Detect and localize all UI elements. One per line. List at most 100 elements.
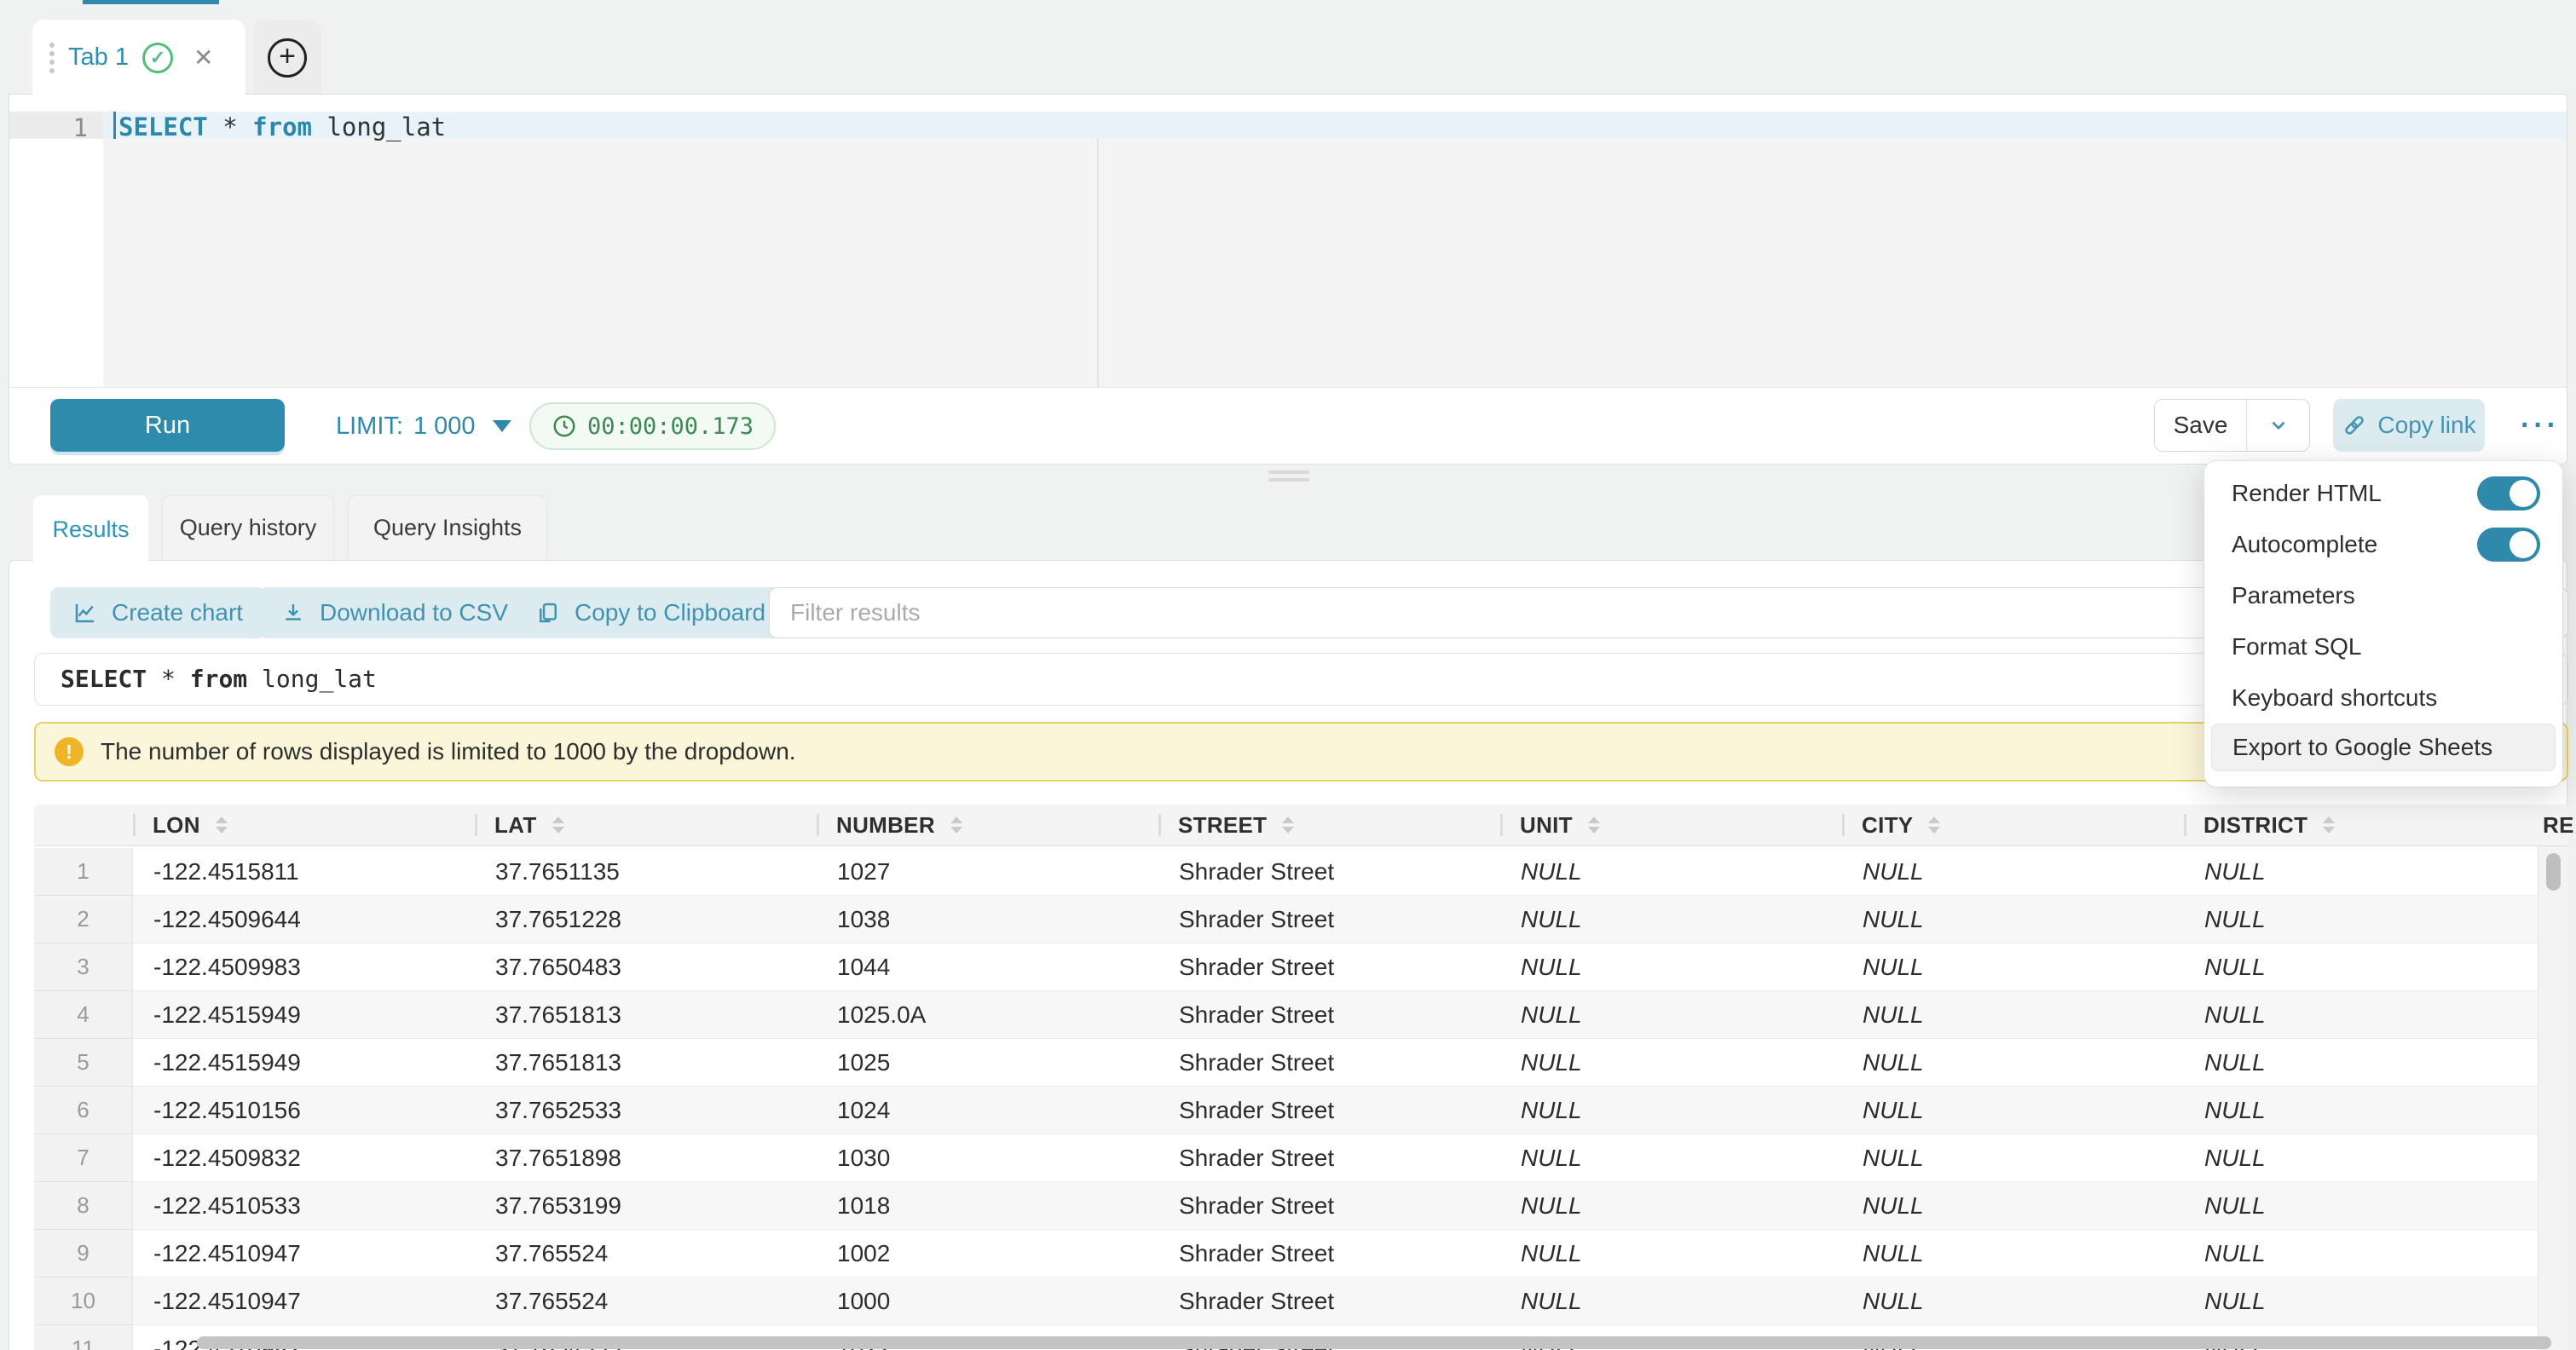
cell-lat[interactable]: 37.765524	[475, 1278, 817, 1325]
cell-street[interactable]: Shrader Street	[1158, 1182, 1500, 1230]
cell-re[interactable]	[2526, 848, 2538, 896]
sort-icon[interactable]	[2323, 816, 2335, 834]
editor-background[interactable]	[103, 139, 2567, 389]
toggle-switch-on[interactable]	[2477, 528, 2540, 562]
cell-re[interactable]	[2526, 1039, 2538, 1087]
sql-code-line[interactable]: SELECT * from long_lat	[118, 112, 446, 141]
cell-unit[interactable]: NULL	[1500, 1039, 1842, 1087]
table-row[interactable]: 2-122.450964437.76512281038Shrader Stree…	[34, 896, 2538, 943]
cell-re[interactable]	[2526, 1087, 2538, 1134]
table-row[interactable]: 7-122.450983237.76518981030Shrader Stree…	[34, 1134, 2538, 1182]
cell-district[interactable]: NULL	[2184, 943, 2526, 991]
cell-street[interactable]: Shrader Street	[1158, 896, 1500, 943]
table-row[interactable]: 8-122.451053337.76531991018Shrader Stree…	[34, 1182, 2538, 1230]
limit-dropdown[interactable]: LIMIT: 1 000	[336, 388, 511, 464]
cell-unit[interactable]: NULL	[1500, 991, 1842, 1039]
cell-street[interactable]: Shrader Street	[1158, 1278, 1500, 1325]
row-number[interactable]: 10	[34, 1278, 133, 1325]
cell-city[interactable]: NULL	[1842, 1230, 2184, 1278]
cell-lon[interactable]: -122.4509983	[133, 943, 475, 991]
cell-number[interactable]: 1024	[817, 1087, 1158, 1134]
cell-lat[interactable]: 37.7651228	[475, 896, 817, 943]
cell-lat[interactable]: 37.7651898	[475, 1134, 817, 1182]
vertical-scrollbar[interactable]	[2538, 846, 2568, 1350]
cell-city[interactable]: NULL	[1842, 1278, 2184, 1325]
cell-city[interactable]: NULL	[1842, 1134, 2184, 1182]
cell-unit[interactable]: NULL	[1500, 1182, 1842, 1230]
cell-lon[interactable]: -122.4510533	[133, 1182, 475, 1230]
run-button[interactable]: Run	[50, 399, 285, 452]
create-chart-button[interactable]: Create chart	[50, 587, 265, 638]
row-number[interactable]: 7	[34, 1134, 133, 1182]
cell-lat[interactable]: 37.7651813	[475, 991, 817, 1039]
cell-unit[interactable]: NULL	[1500, 1134, 1842, 1182]
cell-district[interactable]: NULL	[2184, 1134, 2526, 1182]
cell-re[interactable]	[2526, 1134, 2538, 1182]
menu-item-parameters[interactable]: Parameters	[2204, 570, 2562, 621]
column-header-street[interactable]: STREET	[1158, 805, 1500, 845]
cell-district[interactable]: NULL	[2184, 1087, 2526, 1134]
cell-re[interactable]	[2526, 1182, 2538, 1230]
cell-district[interactable]: NULL	[2184, 848, 2526, 896]
horizontal-scrollbar-thumb[interactable]	[197, 1336, 2551, 1349]
cell-city[interactable]: NULL	[1842, 896, 2184, 943]
cell-street[interactable]: Shrader Street	[1158, 1230, 1500, 1278]
cell-lon[interactable]: -122.4510156	[133, 1087, 475, 1134]
cell-unit[interactable]: NULL	[1500, 1278, 1842, 1325]
sort-icon[interactable]	[1928, 816, 1940, 834]
cell-street[interactable]: Shrader Street	[1158, 1087, 1500, 1134]
tab-results[interactable]: Results	[33, 495, 148, 563]
row-number[interactable]: 5	[34, 1039, 133, 1087]
sort-icon[interactable]	[950, 816, 962, 834]
row-number[interactable]: 6	[34, 1087, 133, 1134]
cell-city[interactable]: NULL	[1842, 991, 2184, 1039]
sort-icon[interactable]	[1588, 816, 1600, 834]
column-header-unit[interactable]: UNIT	[1500, 805, 1842, 845]
row-number[interactable]: 4	[34, 991, 133, 1039]
column-header-city[interactable]: CITY	[1842, 805, 2184, 845]
table-row[interactable]: 9-122.451094737.7655241002Shrader Street…	[34, 1230, 2538, 1278]
row-number[interactable]: 9	[34, 1230, 133, 1278]
menu-item-format-sql[interactable]: Format SQL	[2204, 621, 2562, 672]
column-header-lon[interactable]: LON	[133, 805, 475, 845]
cell-unit[interactable]: NULL	[1500, 896, 1842, 943]
table-row[interactable]: 6-122.451015637.76525331024Shrader Stree…	[34, 1087, 2538, 1134]
column-header-number[interactable]: NUMBER	[817, 805, 1158, 845]
cell-lon[interactable]: -122.4510947	[133, 1278, 475, 1325]
copy-to-clipboard-button[interactable]: Copy to Clipboard	[513, 587, 788, 638]
cell-city[interactable]: NULL	[1842, 1039, 2184, 1087]
drag-handle-icon[interactable]	[49, 43, 55, 48]
cell-district[interactable]: NULL	[2184, 1230, 2526, 1278]
cell-lat[interactable]: 37.7653199	[475, 1182, 817, 1230]
cell-lat[interactable]: 37.7651135	[475, 848, 817, 896]
cell-street[interactable]: Shrader Street	[1158, 848, 1500, 896]
code-editor[interactable]: 1 SELECT * from long_lat	[9, 95, 2567, 389]
cell-lon[interactable]: -122.4515949	[133, 1039, 475, 1087]
cell-street[interactable]: Shrader Street	[1158, 943, 1500, 991]
cell-number[interactable]: 1018	[817, 1182, 1158, 1230]
more-options-button[interactable]: ···	[2512, 399, 2568, 452]
cell-unit[interactable]: NULL	[1500, 943, 1842, 991]
save-options-button[interactable]	[2246, 400, 2309, 451]
cell-lat[interactable]: 37.7651813	[475, 1039, 817, 1087]
cell-lon[interactable]: -122.4509644	[133, 896, 475, 943]
tab-query-insights[interactable]: Query Insights	[348, 495, 547, 560]
menu-item-export-to-google-sheets[interactable]: Export to Google Sheets	[2211, 724, 2556, 771]
cell-unit[interactable]: NULL	[1500, 848, 1842, 896]
copy-link-button[interactable]: Copy link	[2333, 399, 2485, 452]
cell-number[interactable]: 1000	[817, 1278, 1158, 1325]
row-number[interactable]: 11	[34, 1325, 133, 1350]
cell-city[interactable]: NULL	[1842, 943, 2184, 991]
menu-item-render-html[interactable]: Render HTML	[2204, 468, 2562, 519]
menu-item-keyboard-shortcuts[interactable]: Keyboard shortcuts	[2204, 672, 2562, 724]
cell-re[interactable]	[2526, 1230, 2538, 1278]
cell-number[interactable]: 1044	[817, 943, 1158, 991]
query-tab[interactable]: Tab 1 ✓ ✕	[32, 20, 245, 95]
cell-lon[interactable]: -122.4515949	[133, 991, 475, 1039]
vertical-scrollbar-thumb[interactable]	[2546, 853, 2561, 891]
sort-icon[interactable]	[552, 816, 564, 834]
cell-lon[interactable]: -122.4515811	[133, 848, 475, 896]
cell-district[interactable]: NULL	[2184, 1278, 2526, 1325]
cell-number[interactable]: 1025	[817, 1039, 1158, 1087]
cell-number[interactable]: 1025.0A	[817, 991, 1158, 1039]
